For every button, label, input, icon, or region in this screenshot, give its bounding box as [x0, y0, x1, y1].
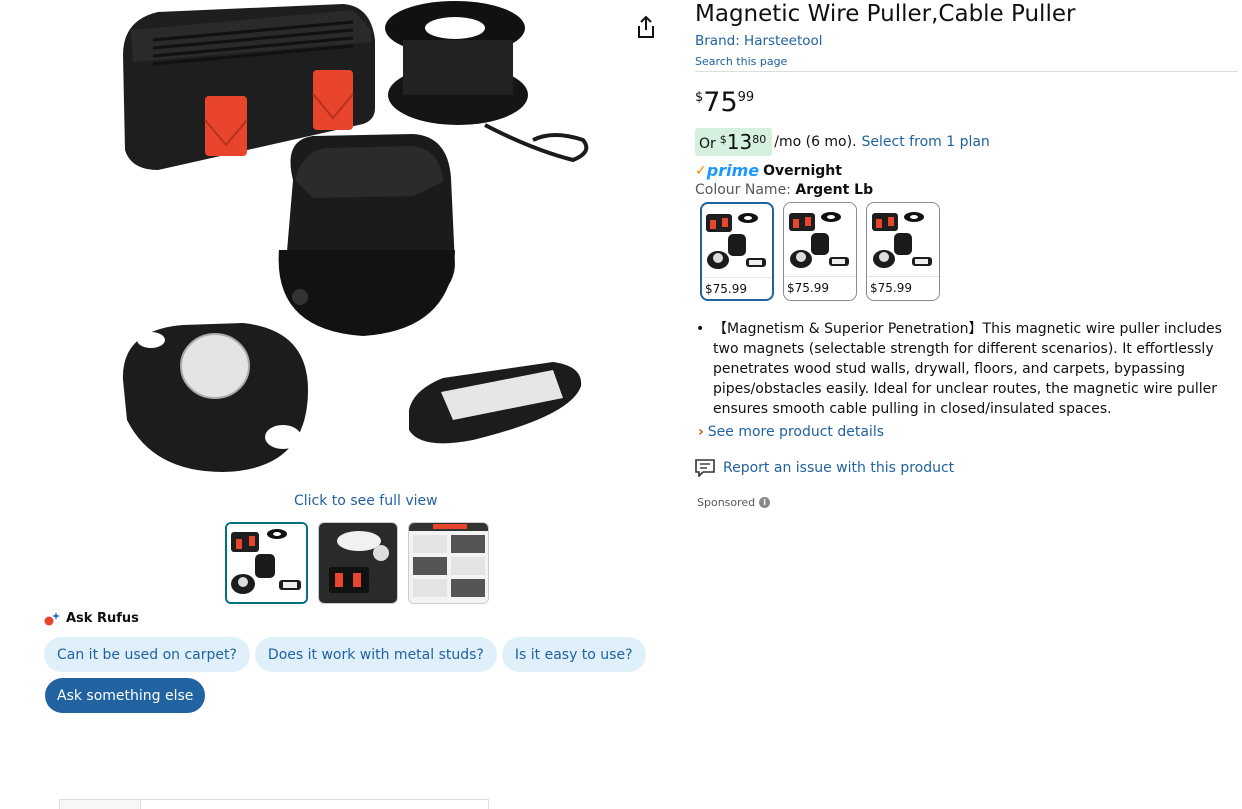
rufus-heading: Ask Rufus — [44, 611, 139, 626]
bottom-tab-1[interactable] — [60, 800, 141, 809]
thumbnail-1[interactable] — [225, 522, 308, 604]
installment-highlight: Or $ 13 80 — [695, 128, 773, 156]
rufus-chip-carpet[interactable]: Can it be used on carpet? — [44, 637, 250, 672]
see-more-label: See more product details — [707, 424, 884, 440]
swatch-image — [702, 204, 772, 278]
colour-value: Argent Lb — [795, 182, 874, 198]
installment-suffix: /mo (6 mo). — [774, 134, 857, 150]
installment-whole: 13 — [726, 130, 753, 154]
rufus-title: Ask Rufus — [66, 611, 139, 626]
swatch-price: $75.99 — [870, 281, 912, 295]
brand-link[interactable]: Brand: Harsteetool — [695, 33, 823, 49]
colour-swatches: $75.99 $75.99 $75.99 — [700, 202, 940, 301]
prime-badge: ✓ prime Overnight — [695, 161, 842, 180]
prime-delivery: Overnight — [763, 162, 842, 179]
price-whole: 75 — [703, 87, 738, 118]
rufus-chip-easy-to-use[interactable]: Is it easy to use? — [501, 637, 646, 672]
swatch-image — [867, 203, 939, 277]
prime-check-icon: ✓ — [695, 162, 707, 179]
colour-name: Colour Name: Argent Lb — [695, 182, 873, 198]
main-product-image[interactable] — [113, 0, 603, 488]
bottom-tab-strip — [59, 799, 489, 809]
installment-offer: Or $ 13 80 /mo (6 mo). Select from 1 pla… — [695, 128, 990, 156]
product-title: Magnetic Wire Puller,Cable Puller — [695, 1, 1076, 27]
see-more-details-link[interactable]: › See more product details — [698, 424, 884, 440]
installment-symbol: $ — [719, 133, 727, 146]
swatch-3[interactable]: $75.99 — [866, 202, 940, 301]
rufus-chip-metal-studs[interactable]: Does it work with metal studs? — [254, 637, 497, 672]
info-icon[interactable]: i — [759, 497, 771, 508]
rufus-suggestions: Can it be used on carpet? Does it work w… — [44, 637, 646, 672]
thumbnail-3[interactable] — [408, 522, 489, 604]
search-this-page-link[interactable]: Search this page — [695, 55, 787, 68]
swatch-image — [784, 203, 856, 277]
report-label: Report an issue with this product — [723, 460, 955, 476]
thumbnail-strip — [225, 522, 489, 604]
report-flag-icon — [695, 459, 715, 477]
installment-fraction: 80 — [752, 133, 767, 146]
swatch-1[interactable]: $75.99 — [700, 202, 774, 301]
title-divider — [695, 71, 1238, 72]
sponsored-text: Sponsored — [697, 496, 756, 509]
swatch-2[interactable]: $75.99 — [783, 202, 857, 301]
prime-logo: prime — [706, 161, 760, 180]
installment-prefix: Or — [699, 136, 716, 152]
share-icon — [638, 15, 654, 38]
swatch-price: $75.99 — [787, 281, 829, 295]
share-button[interactable] — [634, 14, 658, 40]
price-fraction: 99 — [737, 90, 755, 105]
swatch-price: $75.99 — [705, 282, 747, 296]
chevron-right-icon: › — [698, 424, 704, 440]
thumbnail-2[interactable] — [318, 522, 398, 604]
select-plan-link[interactable]: Select from 1 plan — [862, 134, 990, 150]
sponsored-label: Sponsored i — [697, 496, 771, 509]
full-view-link[interactable]: Click to see full view — [294, 493, 438, 509]
feature-bullet: 【Magnetism & Superior Penetration】This m… — [695, 319, 1235, 419]
price: $ 75 99 — [695, 86, 754, 120]
feature-bullets: 【Magnetism & Superior Penetration】This m… — [695, 319, 1235, 419]
ask-something-else-button[interactable]: Ask something else — [45, 678, 206, 713]
colour-label: Colour Name: — [695, 182, 796, 198]
price-symbol: $ — [695, 90, 704, 105]
report-issue-link[interactable]: Report an issue with this product — [695, 459, 954, 477]
rufus-sparkle-icon — [44, 611, 60, 625]
